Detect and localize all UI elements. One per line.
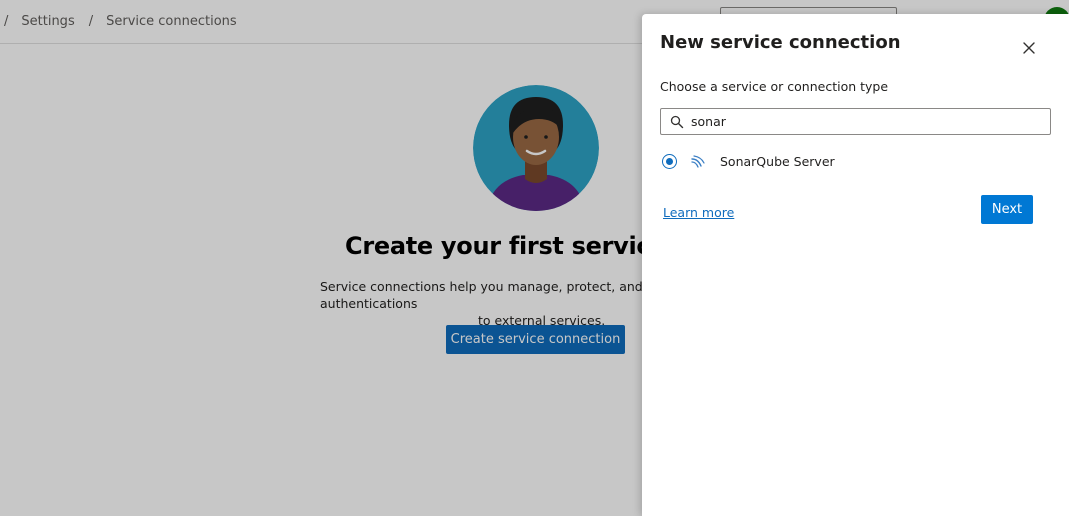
service-search-box[interactable] <box>660 108 1051 135</box>
search-icon <box>670 115 684 129</box>
result-radio-selected[interactable] <box>662 154 677 169</box>
next-button[interactable]: Next <box>981 195 1033 224</box>
learn-more-link[interactable]: Learn more <box>663 205 734 220</box>
close-icon <box>1023 42 1035 54</box>
panel-title: New service connection <box>660 32 901 53</box>
result-label: SonarQube Server <box>720 154 835 169</box>
new-service-connection-panel: New service connection Choose a service … <box>642 14 1069 516</box>
result-item-sonarqube-server[interactable]: SonarQube Server <box>660 150 1051 174</box>
panel-subtitle: Choose a service or connection type <box>660 79 889 94</box>
service-search-input[interactable] <box>691 111 1041 132</box>
sonarqube-icon <box>691 155 705 168</box>
close-button[interactable] <box>1018 37 1040 59</box>
